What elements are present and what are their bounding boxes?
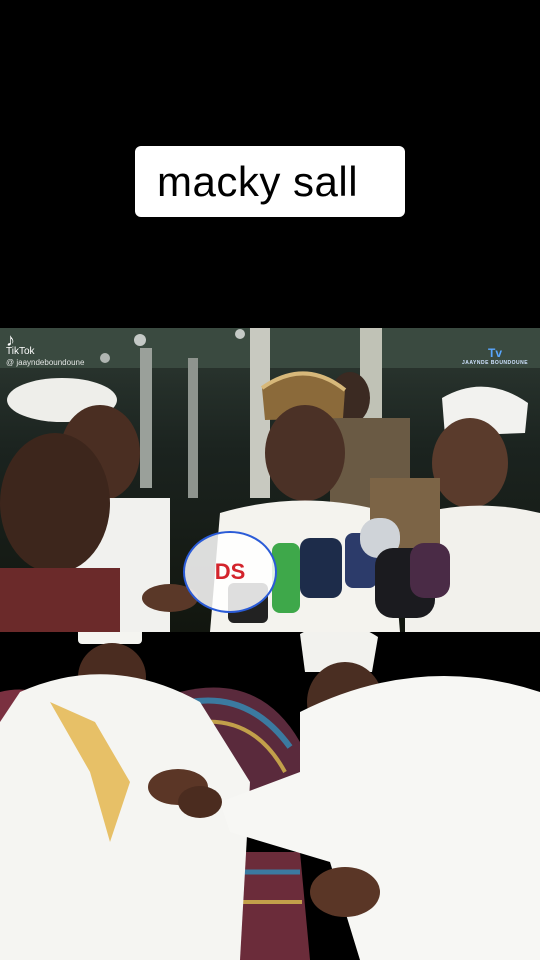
tv-channel-logo: Tv JAAYNDE BOUNDOUNE bbox=[462, 346, 528, 366]
tiktok-app-name: TikTok bbox=[6, 346, 35, 357]
tiktok-watermark: ♪ TikTok @ jaayndeboundoune bbox=[6, 330, 85, 368]
mic-badge-text: DS bbox=[214, 559, 246, 584]
tv-logo-label: Tv bbox=[488, 346, 503, 360]
video-caption: macky sall bbox=[135, 146, 405, 217]
tiktok-logo-icon: ♪ bbox=[6, 330, 15, 350]
video-frame-handshake[interactable] bbox=[0, 632, 540, 960]
tiktok-username: @ jaayndeboundoune bbox=[6, 358, 85, 367]
caption-text: macky sall bbox=[157, 157, 359, 205]
tv-logo-tagline: JAAYNDE BOUNDOUNE bbox=[462, 360, 529, 366]
mic-badge-logo: DS bbox=[183, 531, 277, 613]
handshake-scene-illustration bbox=[0, 632, 540, 960]
